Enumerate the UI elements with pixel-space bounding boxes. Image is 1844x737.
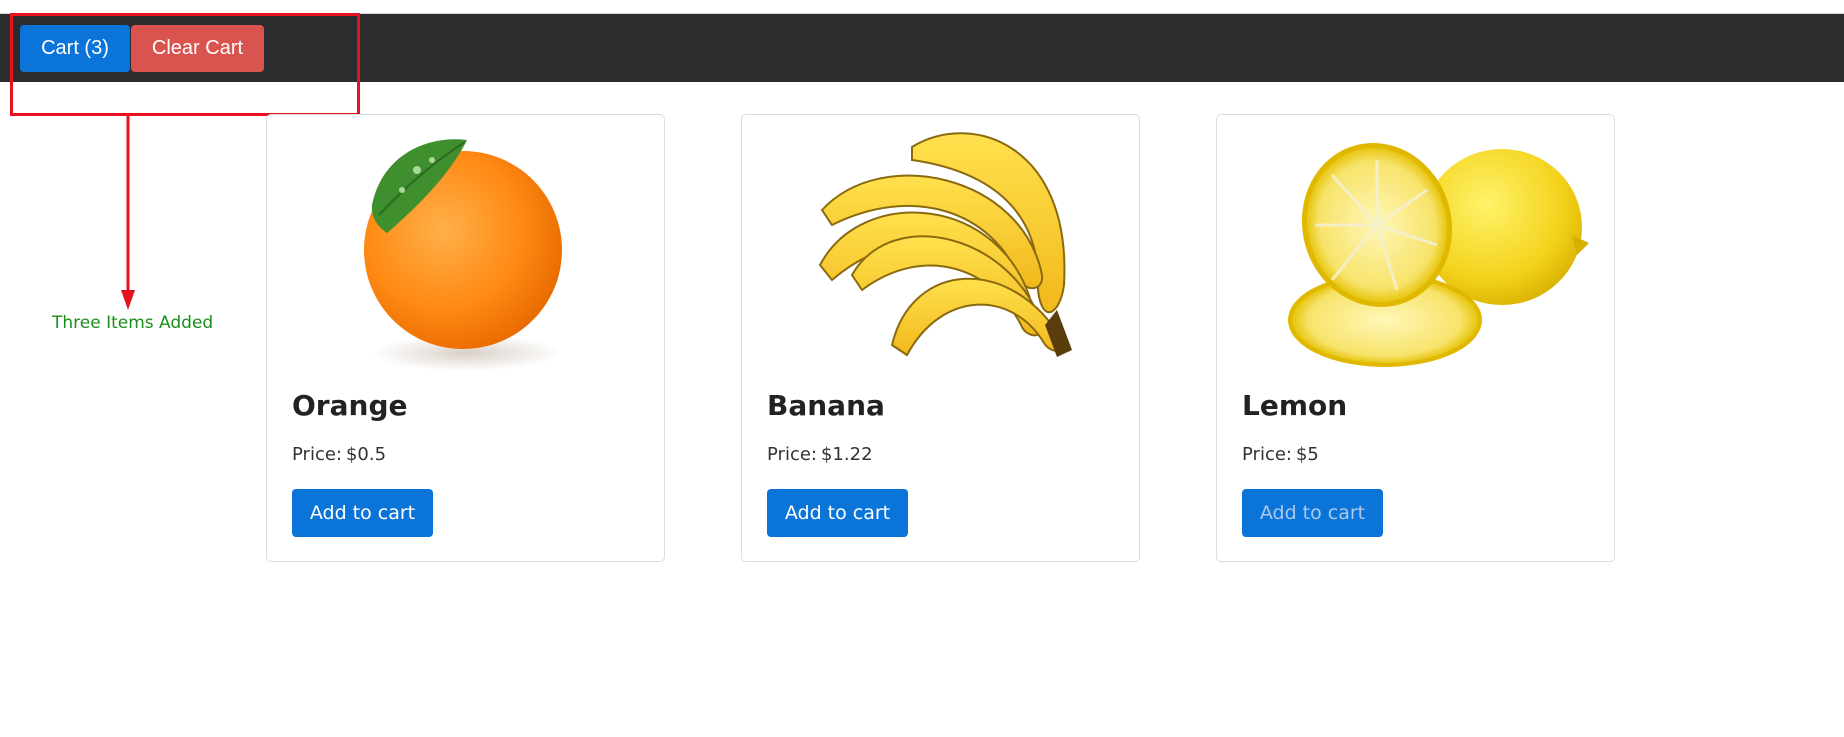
banana-image — [818, 132, 1072, 357]
product-price: Price: $5 — [1242, 444, 1319, 465]
price-value: $1.22 — [820, 444, 873, 465]
price-label: Price: — [767, 444, 817, 465]
orange-image — [364, 139, 562, 371]
product-title: Banana — [767, 389, 885, 422]
browser-top-border — [0, 0, 1844, 14]
price-label: Price: — [1242, 444, 1292, 465]
annotation-text: Three Items Added — [52, 313, 214, 333]
product-title: Orange — [292, 389, 408, 422]
lemon-image — [1288, 143, 1589, 367]
annotation-arrow — [121, 114, 135, 310]
product-price: Price: $0.5 — [292, 444, 386, 465]
annotation-highlight-box — [10, 13, 360, 116]
product-card-lemon: Lemon Price: $5 Add to cart — [1216, 114, 1615, 562]
product-card-banana: Banana Price: $1.22 Add to cart — [741, 114, 1140, 562]
price-label: Price: — [292, 444, 342, 465]
product-card-orange: Orange Price: $0.5 Add to cart — [266, 114, 665, 562]
product-title: Lemon — [1242, 389, 1348, 422]
product-price: Price: $1.22 — [767, 444, 873, 465]
price-value: $5 — [1295, 444, 1319, 465]
add-to-cart-button-orange[interactable]: Add to cart — [292, 489, 433, 537]
price-value: $0.5 — [345, 444, 387, 465]
add-to-cart-button-lemon[interactable]: Add to cart — [1242, 489, 1383, 537]
add-to-cart-button-banana[interactable]: Add to cart — [767, 489, 908, 537]
